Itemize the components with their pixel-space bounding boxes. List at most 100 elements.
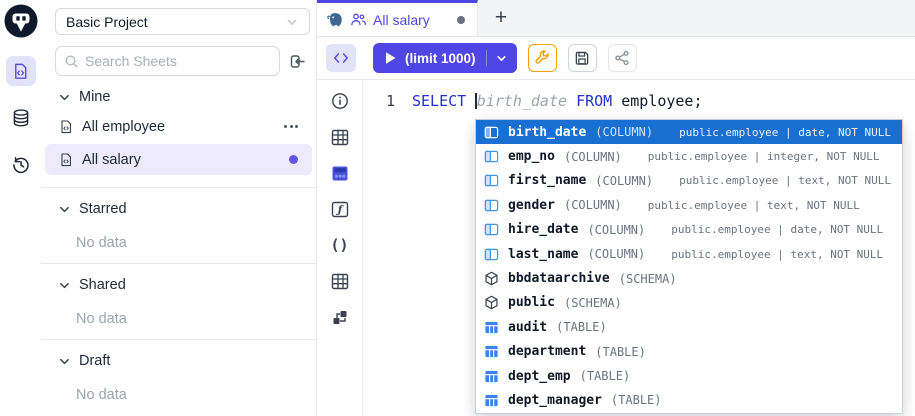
schema-icon [484,295,499,310]
colored-table-icon [331,165,349,182]
code-view-toggle[interactable] [326,44,356,72]
section-label: Mine [79,89,110,105]
search-icon [64,54,79,69]
section-draft[interactable]: Draft [41,340,316,373]
item-detail: public.employee | text, NOT NULL [648,199,860,212]
sidebar-item-all-salary[interactable]: All salary [45,144,312,175]
autocomplete-item[interactable]: first_name (COLUMN) public.employee | te… [476,169,902,193]
save-button[interactable] [568,44,597,72]
flow-diagram-icon [331,309,349,326]
chevron-down-icon [285,15,299,29]
share-icon [614,50,630,66]
parameters-panel-button[interactable]: () [325,232,355,258]
table-icon [484,344,499,359]
sql-keyword: FROM [576,92,612,110]
collapse-sidebar-icon [289,53,306,70]
item-name: dept_manager [508,393,602,408]
item-name: department [508,344,586,359]
run-button-label: (limit 1000) [405,51,476,66]
rail-history-button[interactable] [6,150,36,180]
item-kind: (COLUMN) [564,198,622,212]
format-sql-button[interactable] [528,44,557,72]
autocomplete-item[interactable]: dept_emp (TABLE) [476,364,902,388]
autocomplete-item[interactable]: dept_manager (TABLE) [476,388,902,412]
column-icon [484,222,499,237]
info-icon [331,92,349,110]
shared-users-icon [350,12,367,27]
chevron-down-icon[interactable] [495,52,508,65]
autocomplete-item[interactable]: emp_no (COLUMN) public.employee | intege… [476,144,902,168]
autocomplete-item[interactable]: department (TABLE) [476,340,902,364]
pivot-panel-button[interactable] [325,160,355,186]
item-menu-button[interactable] [284,125,302,128]
item-detail: public.employee | text, NOT NULL [679,174,891,187]
autocomplete-item[interactable]: public (SCHEMA) [476,291,902,315]
wrench-icon [534,50,550,66]
schema-icon [484,271,499,286]
schema-diagram-button[interactable] [325,304,355,330]
column-icon [484,149,499,164]
sheet-icon [58,119,74,135]
section-label: Draft [79,353,110,369]
autocomplete-item[interactable]: audit (TABLE) [476,315,902,339]
function-icon: ƒ [331,201,349,218]
column-icon [484,125,499,140]
item-kind: (TABLE) [595,345,646,359]
sheet-label: All employee [82,119,165,135]
parentheses-icon: () [330,236,348,254]
autocomplete-item[interactable]: last_name (COLUMN) public.employee | tex… [476,242,902,266]
search-box[interactable] [55,46,280,76]
section-starred[interactable]: Starred [41,188,316,221]
code-line[interactable]: SELECT birth_date FROM employee; [412,92,703,110]
section-label: Starred [79,201,127,217]
collapse-sidebar-button[interactable] [284,48,310,74]
section-mine[interactable]: Mine [41,76,316,109]
app-rail [0,0,41,416]
autocomplete-item[interactable]: hire_date (COLUMN) public.employee | dat… [476,218,902,242]
editor-tool-rail: ƒ () [317,80,363,416]
tab-label: All salary [373,12,430,28]
search-row [55,46,310,76]
autocomplete-item[interactable]: birth_date (COLUMN) public.employee | da… [476,120,902,144]
sidebar-item-all-employee[interactable]: All employee [45,111,312,142]
new-tab-button[interactable]: + [478,0,524,36]
rail-sheets-button[interactable] [6,56,36,86]
share-button[interactable] [608,44,637,72]
item-name: public [508,295,555,310]
sql-text: employee; [621,92,702,110]
run-query-button[interactable]: (limit 1000) [373,43,517,73]
project-select[interactable]: Basic Project [55,8,310,35]
ghost-suggestion: birth_date [477,92,567,110]
table-icon [484,393,499,408]
history-icon [11,155,31,175]
editor-toolbar: (limit 1000) [317,37,915,80]
sql-keyword: SELECT [412,92,466,110]
autocomplete-dropdown: birth_date (COLUMN) public.employee | da… [475,119,903,414]
tab-all-salary[interactable]: All salary [317,0,478,36]
item-kind: (COLUMN) [587,223,645,237]
item-detail: public.employee | date, NOT NULL [679,126,891,139]
table-icon [331,273,349,290]
item-kind: (COLUMN) [564,150,622,164]
item-name: hire_date [508,222,578,237]
svg-text:ƒ: ƒ [335,204,344,216]
section-shared[interactable]: Shared [41,264,316,297]
chevron-down-icon [58,279,71,292]
postgres-icon [326,12,344,28]
table-panel-button[interactable] [325,124,355,150]
info-button[interactable] [325,88,355,114]
item-name: birth_date [508,125,586,140]
table-icon [331,129,349,146]
item-name: gender [508,198,555,213]
rail-database-button[interactable] [6,103,36,133]
autocomplete-item[interactable]: gender (COLUMN) public.employee | text, … [476,193,902,217]
item-name: first_name [508,173,586,188]
function-panel-button[interactable]: ƒ [325,196,355,222]
search-input[interactable] [85,53,271,69]
item-name: dept_emp [508,369,571,384]
item-name: bbdataarchive [508,271,610,286]
result-table-button[interactable] [325,268,355,294]
empty-state: No data [41,221,316,251]
item-kind: (COLUMN) [587,247,645,261]
autocomplete-item[interactable]: bbdataarchive (SCHEMA) [476,266,902,290]
